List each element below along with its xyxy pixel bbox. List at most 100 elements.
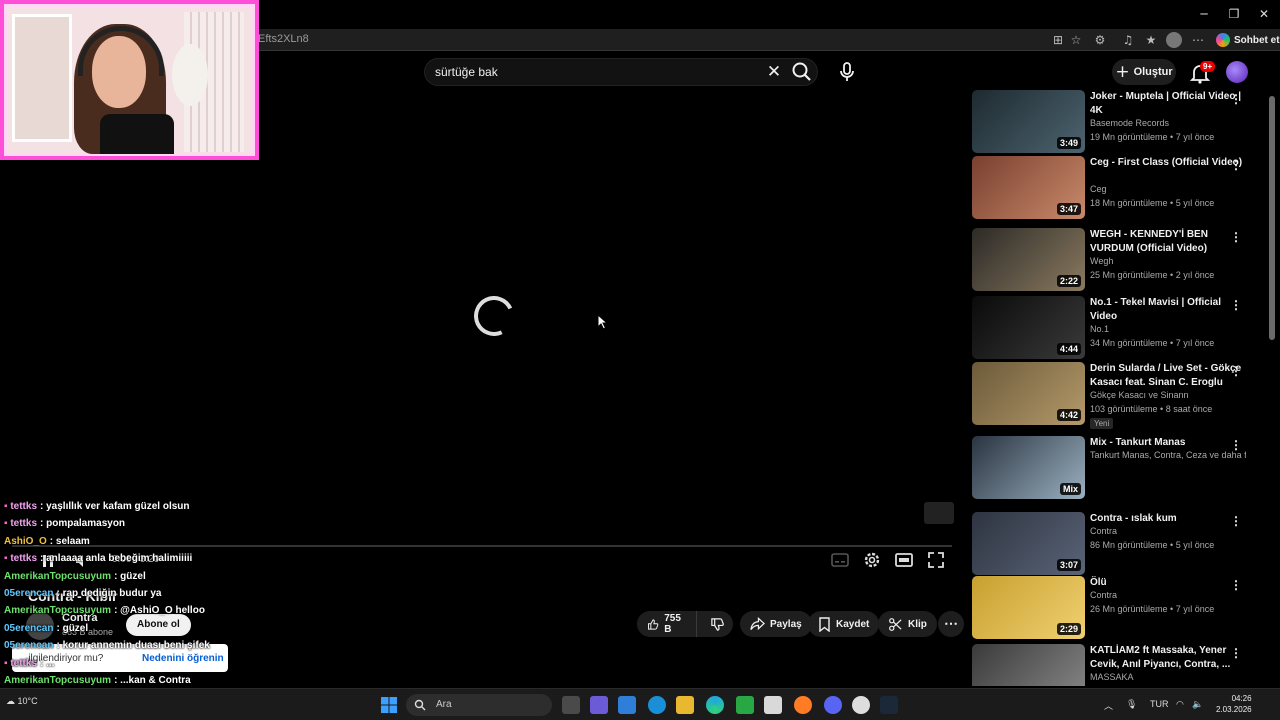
video-menu-icon[interactable]: ⋮ — [1230, 438, 1242, 452]
volume-tray-icon[interactable]: 🔈 — [1192, 699, 1203, 710]
clip-button[interactable]: Klip — [878, 611, 937, 637]
favorites-icon[interactable]: ★ — [1143, 32, 1159, 48]
wifi-icon[interactable]: ◠ — [1176, 699, 1184, 710]
settings-gear-icon[interactable] — [862, 550, 882, 570]
recommended-channel[interactable]: Gökçe Kasacı ve Sinann — [1090, 390, 1246, 400]
file-explorer-icon[interactable] — [676, 696, 694, 714]
recommended-video-title[interactable]: Mix - Tankurt Manas — [1090, 436, 1246, 450]
clear-search-icon[interactable]: ✕ — [763, 61, 785, 83]
edge-browser-icon[interactable] — [706, 696, 724, 714]
video-duration: Mix — [1059, 483, 1081, 495]
search-box[interactable]: sürtüğe bak ✕ — [424, 58, 818, 86]
recommended-video[interactable]: 3:07 Contra - ıslak kum Contra 86 Mn görünt… — [972, 512, 1262, 576]
maximize-icon[interactable]: ❐ — [1224, 5, 1244, 23]
search-icon[interactable] — [790, 60, 814, 84]
discord-icon[interactable] — [824, 696, 842, 714]
recommended-video-title[interactable]: Joker - Muptela | Official Video | 4K — [1090, 90, 1246, 117]
recommended-video[interactable]: KATLİAM2 ft Massaka, Yener Cevik, Anıl P… — [972, 644, 1262, 686]
app-available-icon[interactable]: ⊞ — [1050, 32, 1066, 48]
save-button[interactable]: Kaydet — [808, 611, 880, 637]
account-avatar[interactable] — [1226, 61, 1248, 83]
tray-overflow-icon[interactable]: ︿ — [1104, 699, 1113, 712]
chat-message: ▪ tettks: yaşlıllık ver kafam güzel olsu… — [4, 498, 254, 515]
recommended-channel[interactable]: Contra — [1090, 526, 1246, 536]
theater-mode-icon[interactable] — [894, 550, 914, 570]
close-window-icon[interactable]: ✕ — [1254, 5, 1274, 23]
app-icon[interactable] — [764, 696, 782, 714]
video-menu-icon[interactable]: ⋮ — [1230, 578, 1242, 592]
firefox-icon[interactable] — [794, 696, 812, 714]
teams-icon[interactable] — [590, 696, 608, 714]
recommended-channel[interactable]: Basemode Records — [1090, 118, 1246, 128]
more-actions-button[interactable]: ⋯ — [938, 611, 964, 637]
recommended-video[interactable]: 4:42 Derin Sularda / Live Set - Gökçe Kas… — [972, 362, 1262, 429]
recommended-video-title[interactable]: KATLİAM2 ft Massaka, Yener Cevik, Anıl P… — [1090, 644, 1246, 671]
like-button[interactable]: 755 B — [637, 611, 697, 637]
store-icon[interactable] — [618, 696, 636, 714]
favorite-star-icon[interactable]: ☆ — [1068, 32, 1084, 48]
video-menu-icon[interactable]: ⋮ — [1230, 92, 1242, 106]
weather-widget[interactable]: ☁ 10°C — [6, 696, 38, 707]
recommended-channel[interactable]: Ceg — [1090, 184, 1246, 194]
recommended-video[interactable]: 4:44 No.1 - Tekel Mavisi | Official Video… — [972, 296, 1262, 360]
copilot-button[interactable]: Sohbet et — [1216, 31, 1280, 49]
sidebar-scroll-thumb[interactable] — [1269, 96, 1275, 340]
recommended-video-title[interactable]: Derin Sularda / Live Set - Gökçe Kasacı … — [1090, 362, 1246, 389]
recommended-channel[interactable]: Tankurt Manas, Contra, Ceza ve daha faz.… — [1090, 450, 1246, 460]
video-menu-icon[interactable]: ⋮ — [1230, 646, 1242, 660]
collections-icon[interactable]: ♫ — [1120, 32, 1136, 48]
recommended-channel[interactable]: MASSAKA — [1090, 672, 1246, 682]
channel-watermark[interactable] — [924, 502, 954, 524]
recommended-video[interactable]: Mix Mix - Tankurt Manas Tankurt Manas, Con… — [972, 436, 1262, 500]
recommended-video-title[interactable]: Ceg - First Class (Official Video) — [1090, 156, 1246, 170]
search-input[interactable]: sürtüğe bak — [435, 65, 498, 79]
create-button[interactable]: + Oluştur — [1112, 59, 1176, 85]
video-menu-icon[interactable]: ⋮ — [1230, 514, 1242, 528]
video-thumbnail[interactable]: 3:49 — [972, 90, 1085, 153]
mic-tray-icon[interactable]: 🎙 — [1126, 699, 1137, 710]
url-text[interactable]: Efts2XLn8 — [258, 33, 309, 45]
extensions-icon[interactable]: ⚙ — [1092, 32, 1108, 48]
more-menu-icon[interactable]: ⋯ — [1190, 32, 1206, 48]
recommended-video-title[interactable]: WEGH - KENNEDY'İ BEN VURDUM (Official Vi… — [1090, 228, 1246, 255]
recommended-video[interactable]: 3:47 Ceg - First Class (Official Video) Ce… — [972, 156, 1262, 220]
video-menu-icon[interactable]: ⋮ — [1230, 364, 1242, 378]
video-menu-icon[interactable]: ⋮ — [1230, 158, 1242, 172]
recommended-channel[interactable]: Contra — [1090, 590, 1246, 600]
recommended-video[interactable]: 3:49 Joker - Muptela | Official Video | 4… — [972, 90, 1262, 154]
recommended-channel[interactable]: No.1 — [1090, 324, 1246, 334]
fullscreen-icon[interactable] — [926, 550, 946, 570]
video-menu-icon[interactable]: ⋮ — [1230, 298, 1242, 312]
recommended-channel[interactable]: Wegh — [1090, 256, 1246, 266]
recommended-video[interactable]: 2:22 WEGH - KENNEDY'İ BEN VURDUM (Officia… — [972, 228, 1262, 292]
video-thumbnail[interactable]: 4:44 — [972, 296, 1085, 359]
recommended-video-title[interactable]: Contra - ıslak kum — [1090, 512, 1246, 526]
excel-icon[interactable] — [736, 696, 754, 714]
video-thumbnail[interactable]: 4:42 — [972, 362, 1085, 425]
taskbar-search[interactable]: Ara — [406, 694, 552, 716]
subtitles-icon[interactable] — [830, 550, 850, 570]
profile-icon[interactable] — [1166, 32, 1182, 48]
video-thumbnail[interactable]: 3:07 — [972, 512, 1085, 575]
recommended-video-title[interactable]: Ölü — [1090, 576, 1246, 590]
windows-start-icon[interactable] — [380, 696, 398, 714]
video-thumbnail[interactable]: Mix — [972, 436, 1085, 499]
help-icon[interactable] — [648, 696, 666, 714]
video-thumbnail[interactable]: 2:29 — [972, 576, 1085, 639]
video-thumbnail[interactable]: 2:22 — [972, 228, 1085, 291]
task-view-icon[interactable] — [562, 696, 580, 714]
video-thumbnail[interactable]: 3:47 — [972, 156, 1085, 219]
recommended-video[interactable]: 2:29 Ölü Contra 26 Mn görüntüleme • 7 yıl ö… — [972, 576, 1262, 640]
language-indicator[interactable]: TUR — [1150, 699, 1169, 709]
steam-icon[interactable] — [880, 696, 898, 714]
video-thumbnail[interactable] — [972, 644, 1085, 686]
chat-message: AshiO_O: selaam — [4, 533, 254, 550]
share-button[interactable]: Paylaş — [740, 611, 812, 637]
microphone-icon[interactable] — [836, 60, 858, 84]
minimize-icon[interactable]: ─ — [1194, 5, 1214, 23]
obs-icon[interactable] — [852, 696, 870, 714]
video-menu-icon[interactable]: ⋮ — [1230, 230, 1242, 244]
system-clock[interactable]: 04:26 2.03.2026 — [1216, 693, 1252, 715]
dislike-button[interactable] — [702, 611, 733, 637]
recommended-video-title[interactable]: No.1 - Tekel Mavisi | Official Video — [1090, 296, 1246, 323]
